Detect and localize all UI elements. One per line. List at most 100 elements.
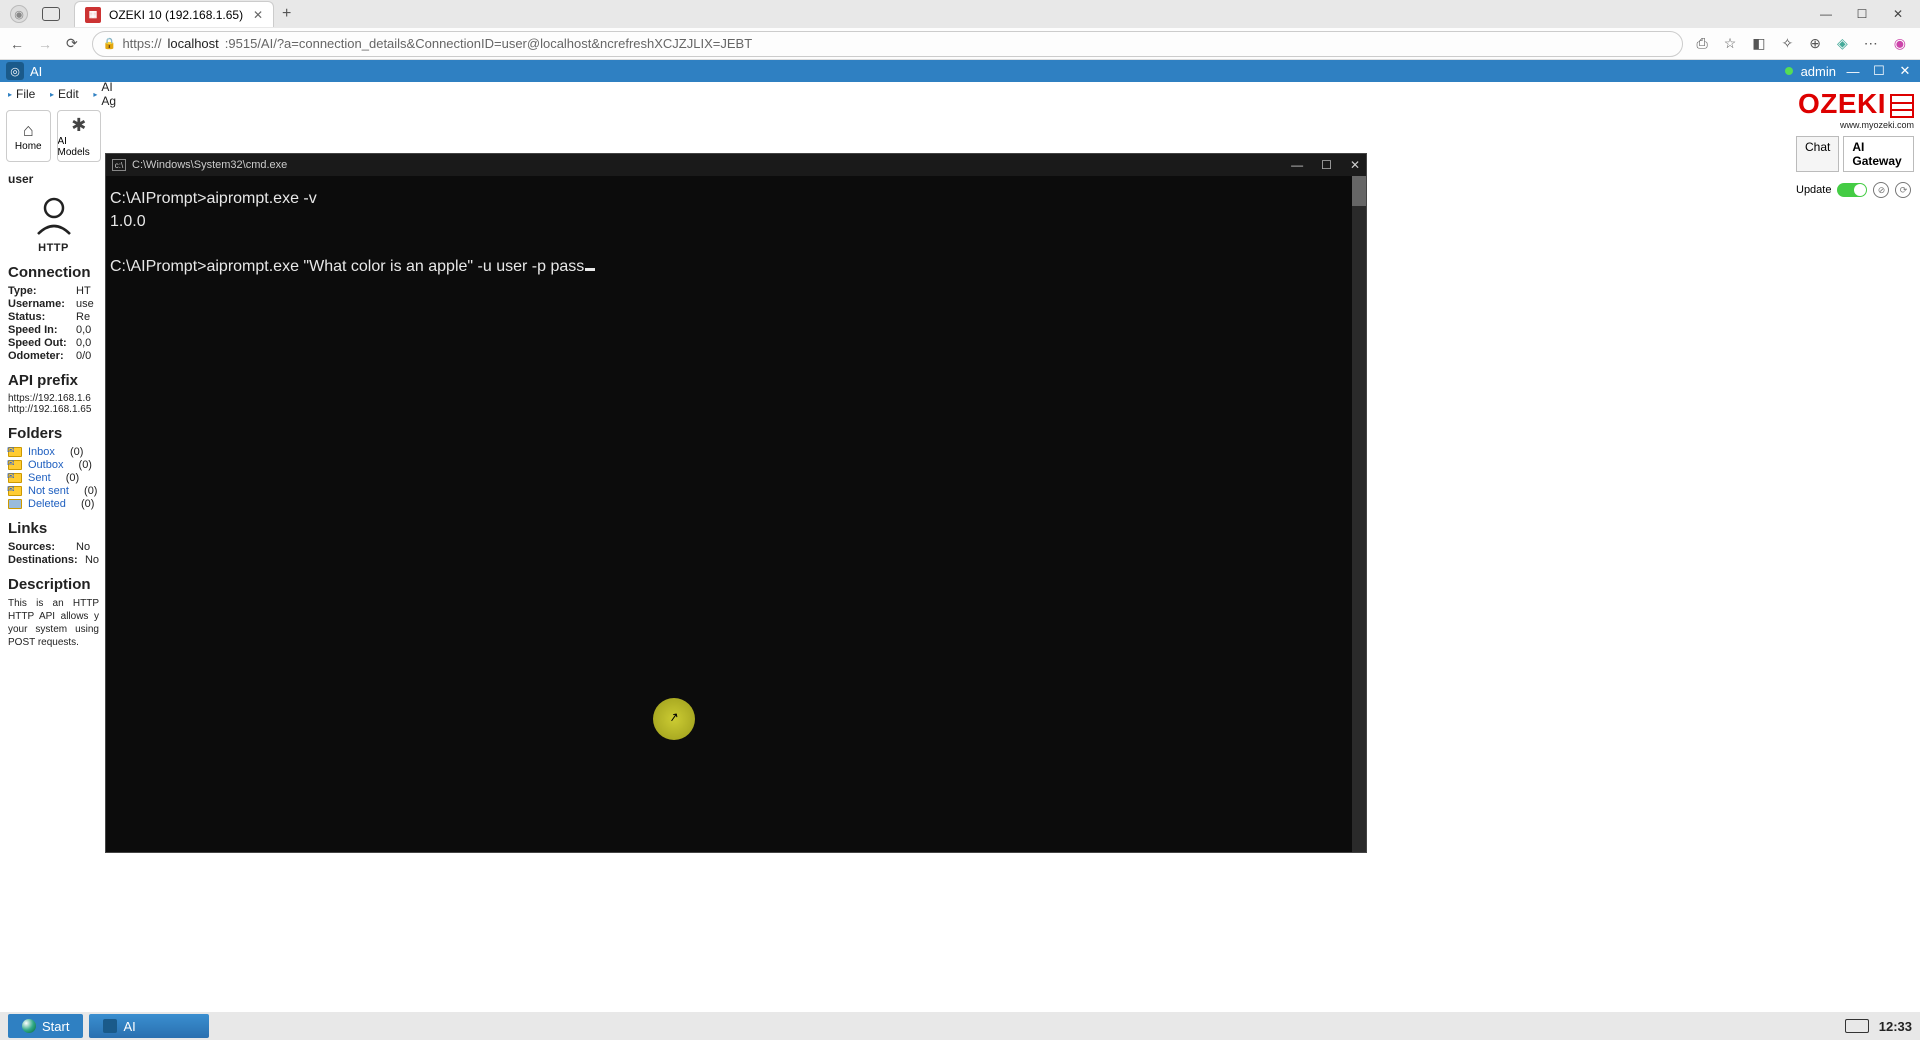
sidebar-content: user HTTP Connection Type:HT Username:us… bbox=[0, 162, 107, 653]
minimize-icon[interactable]: — bbox=[1818, 7, 1834, 21]
models-label: AI Models bbox=[58, 136, 101, 158]
folder-icon bbox=[8, 473, 22, 483]
window-buttons: — ☐ ✕ bbox=[1818, 7, 1916, 21]
back-icon[interactable]: ← bbox=[10, 36, 24, 52]
right-panel: OZEKI www.myozeki.com Chat AI Gateway Up… bbox=[1790, 82, 1920, 1012]
update-toggle[interactable] bbox=[1837, 183, 1867, 197]
folders: Inbox (0) Outbox (0) Sent (0) Not sent (… bbox=[8, 446, 99, 510]
right-tabs: Chat AI Gateway bbox=[1790, 136, 1920, 172]
user-heading: user bbox=[8, 172, 99, 186]
folder-inbox[interactable]: Inbox (0) bbox=[8, 446, 99, 458]
menu-aiag[interactable]: AI Ag bbox=[101, 80, 116, 108]
cmd-title-text: C:\Windows\System32\cmd.exe bbox=[132, 159, 287, 171]
tab-favicon-icon: ▦ bbox=[85, 7, 101, 23]
models-icon: ✱ bbox=[71, 115, 86, 136]
http-label: HTTP bbox=[38, 242, 69, 254]
folder-sent[interactable]: Sent (0) bbox=[8, 472, 99, 484]
browser-left-controls: ◉ bbox=[4, 5, 60, 23]
read-aloud-icon[interactable]: ⎙ bbox=[1697, 35, 1708, 52]
menubar: ▸File ▸Edit ▸AI Ag bbox=[0, 82, 107, 106]
browser-toolbar: ← → ⟳ 🔒 https://localhost:9515/AI/?a=con… bbox=[0, 28, 1920, 60]
menu-edit[interactable]: Edit bbox=[58, 87, 79, 101]
taskbar-app-icon bbox=[103, 1019, 117, 1033]
brand-logo: OZEKI bbox=[1796, 88, 1914, 120]
cmd-minimize-icon[interactable]: — bbox=[1291, 158, 1303, 172]
folder-deleted[interactable]: Deleted (0) bbox=[8, 498, 99, 510]
ai-models-button[interactable]: ✱ AI Models bbox=[57, 110, 102, 162]
tab-close-icon[interactable]: ✕ bbox=[253, 8, 263, 22]
section-api: API prefix bbox=[8, 372, 99, 389]
performance-icon[interactable]: ◈ bbox=[1837, 35, 1848, 52]
address-bar[interactable]: 🔒 https://localhost:9515/AI/?a=connectio… bbox=[92, 31, 1683, 57]
split-icon[interactable]: ◧ bbox=[1752, 35, 1765, 52]
refresh-icon[interactable]: ⟳ bbox=[66, 35, 78, 52]
cmd-line: C:\AIPrompt>aiprompt.exe -v bbox=[110, 190, 317, 207]
tab-overview-icon[interactable] bbox=[42, 7, 60, 21]
folder-icon bbox=[8, 486, 22, 496]
user-figure: HTTP bbox=[8, 194, 99, 254]
cmd-maximize-icon[interactable]: ☐ bbox=[1321, 158, 1332, 172]
clock[interactable]: 12:33 bbox=[1879, 1019, 1912, 1034]
conn-speedout-row: Speed Out:0,0 bbox=[8, 337, 99, 349]
status-dot-icon bbox=[1785, 67, 1793, 75]
links-dest-row: Destinations:No bbox=[8, 554, 99, 566]
cancel-icon[interactable]: ⊘ bbox=[1873, 182, 1889, 198]
menu-arrow-icon: ▸ bbox=[50, 90, 54, 99]
home-button[interactable]: ⌂ Home bbox=[6, 110, 51, 162]
url-path: :9515/AI/?a=connection_details&Connectio… bbox=[225, 36, 752, 51]
browser-actions: ⎙ ☆ ◧ ✧ ⊕ ◈ ⋯ ◉ bbox=[1697, 35, 1910, 52]
menu-file[interactable]: File bbox=[16, 87, 35, 101]
close-icon[interactable]: ✕ bbox=[1890, 7, 1906, 21]
conn-user-row: Username:use bbox=[8, 298, 99, 310]
profile-avatar-icon[interactable]: ◉ bbox=[10, 5, 28, 23]
copilot-icon[interactable]: ◉ bbox=[1894, 35, 1906, 52]
folder-notsent[interactable]: Not sent (0) bbox=[8, 485, 99, 497]
cmd-scrollbar[interactable] bbox=[1352, 176, 1366, 852]
links-sources-row: Sources:No bbox=[8, 541, 99, 553]
tab-ai-gateway[interactable]: AI Gateway bbox=[1843, 136, 1914, 172]
section-connection: Connection bbox=[8, 264, 99, 281]
conn-speedin-row: Speed In:0,0 bbox=[8, 324, 99, 336]
new-tab-icon[interactable]: + bbox=[282, 5, 291, 23]
cmd-titlebar[interactable]: c:\ C:\Windows\System32\cmd.exe — ☐ ✕ bbox=[106, 154, 1366, 176]
cmd-body[interactable]: C:\AIPrompt>aiprompt.exe -v 1.0.0 C:\AIP… bbox=[106, 176, 1366, 852]
tab-title: OZEKI 10 (192.168.1.65) bbox=[109, 8, 243, 22]
update-label: Update bbox=[1796, 184, 1831, 196]
folder-outbox[interactable]: Outbox (0) bbox=[8, 459, 99, 471]
mouse-highlight-icon bbox=[653, 698, 695, 740]
brand-box-icon bbox=[1890, 94, 1914, 118]
collections-icon[interactable]: ✧ bbox=[1782, 35, 1794, 52]
browser-tab[interactable]: ▦ OZEKI 10 (192.168.1.65) ✕ bbox=[74, 1, 274, 27]
forward-icon[interactable]: → bbox=[38, 36, 52, 52]
trash-icon bbox=[8, 499, 22, 509]
keyboard-icon[interactable] bbox=[1845, 1019, 1869, 1033]
user-icon bbox=[30, 194, 78, 242]
cmd-line: 1.0.0 bbox=[110, 213, 146, 230]
refresh-update-icon[interactable]: ⟳ bbox=[1895, 182, 1911, 198]
cmd-close-icon[interactable]: ✕ bbox=[1350, 158, 1360, 172]
lock-icon: 🔒 bbox=[103, 37, 117, 50]
maximize-icon[interactable]: ☐ bbox=[1854, 7, 1870, 21]
section-folders: Folders bbox=[8, 425, 99, 442]
browser-tab-strip: ◉ ▦ OZEKI 10 (192.168.1.65) ✕ + — ☐ ✕ bbox=[0, 0, 1920, 28]
toolbar-row: ⌂ Home ✱ AI Models bbox=[0, 106, 107, 162]
app-close-icon[interactable]: ✕ bbox=[1896, 63, 1914, 79]
start-button[interactable]: Start bbox=[8, 1014, 83, 1038]
taskbar-app-ai[interactable]: AI bbox=[89, 1014, 209, 1038]
tab-chat[interactable]: Chat bbox=[1796, 136, 1839, 172]
app-maximize-icon[interactable]: ☐ bbox=[1870, 63, 1888, 79]
start-orb-icon bbox=[22, 1019, 36, 1033]
start-label: Start bbox=[42, 1019, 69, 1034]
extensions-icon[interactable]: ⊕ bbox=[1809, 35, 1821, 52]
app-titlebar: ◎ AI admin — ☐ ✕ bbox=[0, 60, 1920, 82]
cmd-window[interactable]: c:\ C:\Windows\System32\cmd.exe — ☐ ✕ C:… bbox=[106, 154, 1366, 852]
admin-label[interactable]: admin bbox=[1801, 64, 1836, 79]
cmd-line: C:\AIPrompt>aiprompt.exe "What color is … bbox=[110, 258, 584, 275]
taskbar: Start AI 12:33 bbox=[8, 1012, 1912, 1040]
system-tray: 12:33 bbox=[1845, 1019, 1912, 1034]
cmd-scroll-thumb[interactable] bbox=[1352, 176, 1366, 206]
app-minimize-icon[interactable]: — bbox=[1844, 64, 1862, 79]
favorite-icon[interactable]: ☆ bbox=[1724, 35, 1737, 52]
menu-icon[interactable]: ⋯ bbox=[1864, 35, 1878, 52]
menu-arrow-icon: ▸ bbox=[93, 90, 97, 99]
